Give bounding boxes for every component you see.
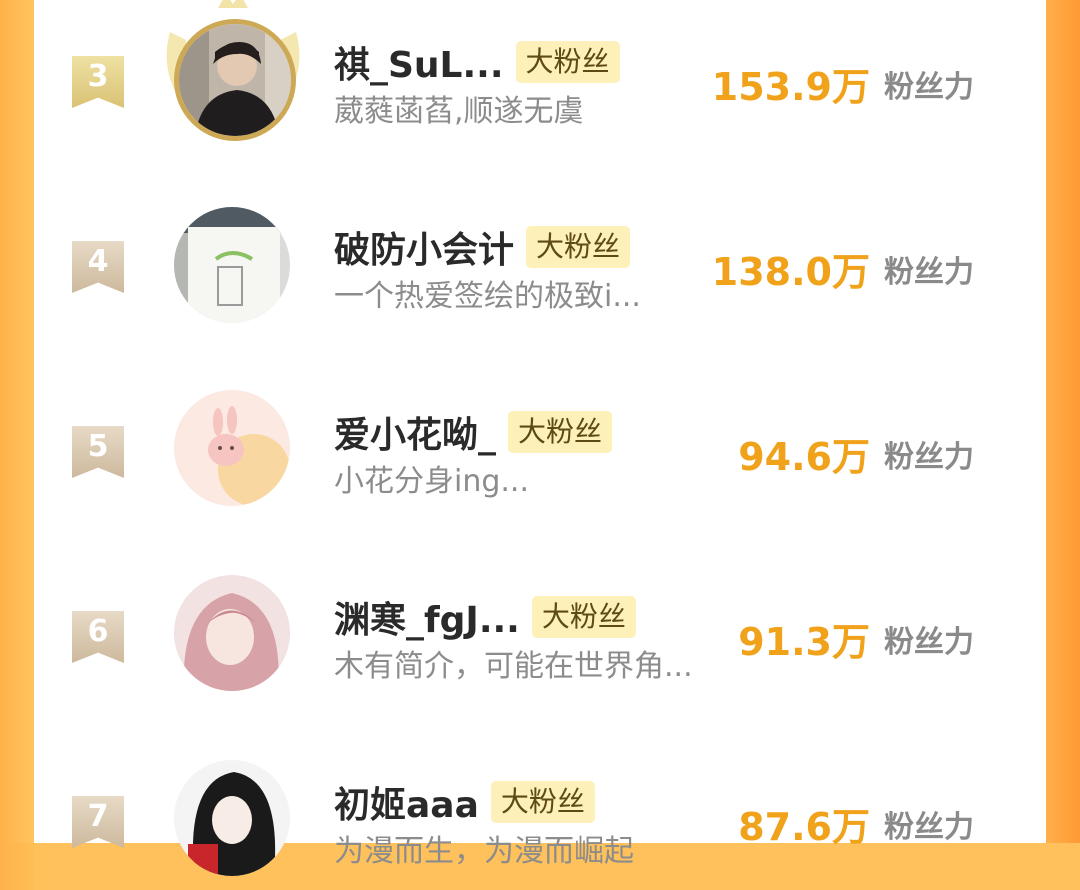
fan-power-label: 粉丝力 <box>884 70 974 105</box>
rank-badge: 7 <box>72 796 124 848</box>
list-item[interactable]: 3 祺_SuL... 大粉丝 葳蕤菡萏,顺遂无虞 153.9万 粉丝力 <box>34 0 1046 150</box>
user-bio: 葳蕤菡萏,顺遂无虞 <box>334 94 584 129</box>
fan-power-label: 粉丝力 <box>884 440 974 475</box>
rank-badge: 6 <box>72 611 124 663</box>
user-name-line: 渊寒_fgJ... 大粉丝 <box>334 591 636 643</box>
user-avatar[interactable] <box>174 207 290 323</box>
user-name[interactable]: 祺_SuL... <box>334 36 504 88</box>
user-name[interactable]: 爱小花呦_ <box>334 406 496 458</box>
fan-level-badge: 大粉丝 <box>531 596 636 638</box>
fan-ranking-list: 3 祺_SuL... 大粉丝 葳蕤菡萏,顺遂无虞 153.9万 粉丝力 4 破防… <box>34 0 1046 876</box>
fan-power-score: 138.0万 <box>711 250 870 294</box>
avatar-photo <box>174 207 290 323</box>
fan-power-label: 粉丝力 <box>884 255 974 290</box>
user-name[interactable]: 初姬aaa <box>334 776 479 828</box>
avatar-photo <box>174 575 290 691</box>
rank-badge: 3 <box>72 56 124 108</box>
list-item[interactable]: 7 初姬aaa 大粉丝 为漫而生，为漫而崛起 87.6万 粉丝力 <box>34 740 1046 890</box>
user-name-line: 祺_SuL... 大粉丝 <box>334 36 620 88</box>
user-bio: 小花分身ing... <box>334 464 529 499</box>
list-item[interactable]: 4 破防小会计 大粉丝 一个热爱签绘的极致i... 138.0万 粉丝力 <box>34 185 1046 335</box>
avatar-photo <box>174 760 290 876</box>
fan-power-label: 粉丝力 <box>884 625 974 660</box>
fan-level-badge: 大粉丝 <box>526 226 631 268</box>
frame-right-border <box>1046 0 1080 843</box>
user-name-line: 破防小会计 大粉丝 <box>334 221 631 273</box>
fan-level-badge: 大粉丝 <box>508 411 613 453</box>
rank-badge: 5 <box>72 426 124 478</box>
fan-power-label: 粉丝力 <box>884 810 974 845</box>
user-name[interactable]: 渊寒_fgJ... <box>334 591 520 643</box>
avatar-photo <box>174 390 290 506</box>
user-name-line: 初姬aaa 大粉丝 <box>334 776 595 828</box>
user-bio: 一个热爱签绘的极致i... <box>334 279 641 314</box>
user-bio: 为漫而生，为漫而崛起 <box>334 834 634 869</box>
user-name[interactable]: 破防小会计 <box>334 221 514 273</box>
rank-badge: 4 <box>72 241 124 293</box>
fan-level-badge: 大粉丝 <box>490 781 595 823</box>
user-avatar[interactable] <box>174 19 296 141</box>
user-avatar[interactable] <box>174 390 290 506</box>
fan-level-badge: 大粉丝 <box>515 41 620 83</box>
frame-left-border <box>0 0 34 843</box>
user-name-line: 爱小花呦_ 大粉丝 <box>334 406 613 458</box>
user-avatar[interactable] <box>174 575 290 691</box>
fan-power-score: 91.3万 <box>738 620 870 664</box>
user-bio: 木有简介，可能在世界角... <box>334 649 693 684</box>
avatar-photo <box>179 24 291 136</box>
user-avatar[interactable] <box>174 760 290 876</box>
list-item[interactable]: 6 渊寒_fgJ... 大粉丝 木有简介，可能在世界角... 91.3万 粉丝力 <box>34 555 1046 705</box>
fan-power-score: 153.9万 <box>711 65 870 109</box>
fan-power-score: 94.6万 <box>738 435 870 479</box>
list-item[interactable]: 5 爱小花呦_ 大粉丝 小花分身ing... 94.6万 粉丝力 <box>34 370 1046 520</box>
